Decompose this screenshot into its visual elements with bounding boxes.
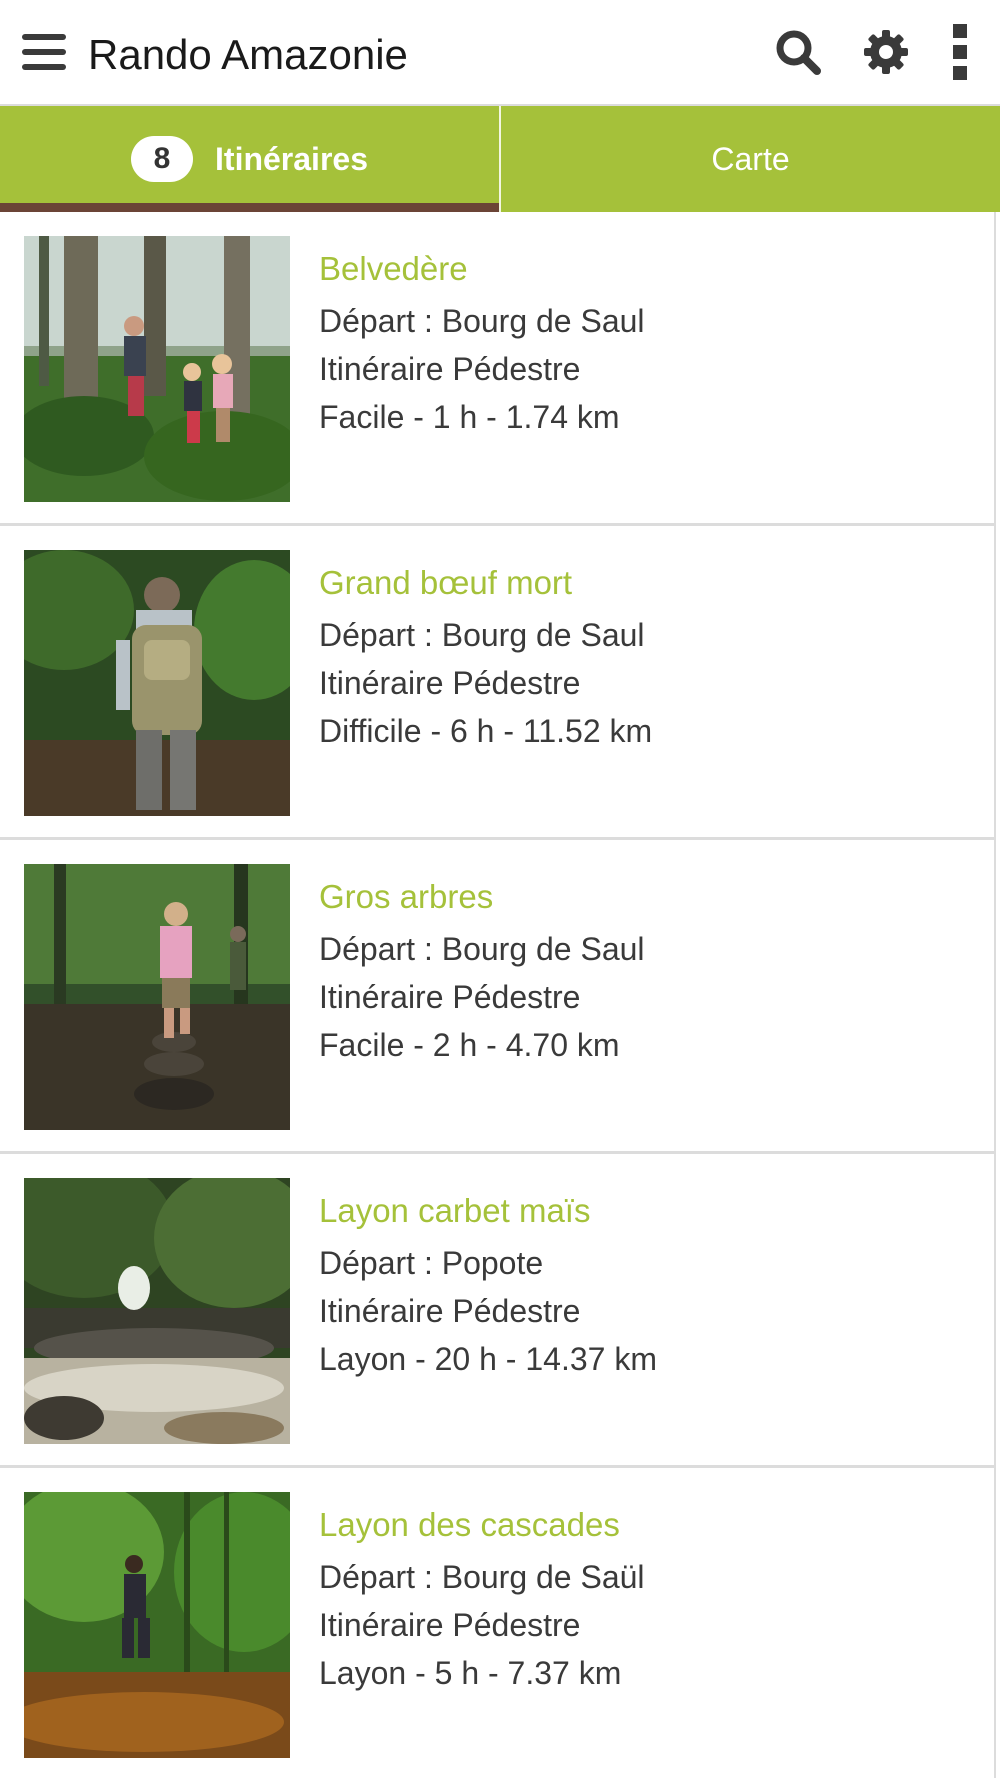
more-vertical-icon <box>953 24 967 80</box>
app-title: Rando Amazonie <box>88 31 408 78</box>
route-details: Layon - 5 h - 7.37 km <box>319 1655 622 1691</box>
route-departure: Départ : Popote <box>319 1245 544 1281</box>
settings-button[interactable] <box>856 22 916 82</box>
route-details: Facile - 1 h - 1.74 km <box>319 399 620 435</box>
route-name: Layon carbet maïs <box>319 1192 591 1229</box>
route-item[interactable]: Grand bœuf mort Départ : Bourg de Saul I… <box>0 526 994 840</box>
count-badge: 8 <box>131 136 194 182</box>
menu-icon <box>22 34 66 70</box>
route-name: Gros arbres <box>319 878 494 915</box>
tab-itineraires[interactable]: 8 Itinéraires <box>0 106 499 212</box>
route-departure: Départ : Bourg de Saul <box>319 303 645 339</box>
app-bar: Rando Amazonie <box>0 0 1000 106</box>
route-details: Facile - 2 h - 4.70 km <box>319 1027 620 1063</box>
route-details: Difficile - 6 h - 11.52 km <box>319 713 653 749</box>
route-item[interactable]: Layon des cascades Départ : Bourg de Saü… <box>0 1468 994 1778</box>
gear-icon <box>864 30 908 74</box>
route-photo <box>24 550 290 816</box>
route-photo <box>24 864 290 1130</box>
more-options-button[interactable] <box>930 22 990 82</box>
route-name: Belvedère <box>319 250 468 287</box>
route-list: Belvedère Départ : Bourg de Saul Itinéra… <box>0 212 996 1778</box>
route-item[interactable]: Gros arbres Départ : Bourg de Saul Itiné… <box>0 840 994 1154</box>
route-item[interactable]: Layon carbet maïs Départ : Popote Itinér… <box>0 1154 994 1468</box>
route-type: Itinéraire Pédestre <box>319 979 581 1015</box>
search-button[interactable] <box>768 22 828 82</box>
route-departure: Départ : Bourg de Saul <box>319 931 645 967</box>
route-type: Itinéraire Pédestre <box>319 665 581 701</box>
route-photo <box>24 1178 290 1444</box>
route-details: Layon - 20 h - 14.37 km <box>319 1341 657 1377</box>
route-photo <box>24 236 290 502</box>
route-type: Itinéraire Pédestre <box>319 1293 581 1329</box>
menu-button[interactable] <box>14 22 74 82</box>
route-name: Grand bœuf mort <box>319 564 573 601</box>
app-screen: Rando Amazonie 8 Itinéraires Carte Belve… <box>0 0 1000 1778</box>
search-icon <box>776 30 821 75</box>
route-type: Itinéraire Pédestre <box>319 1607 581 1643</box>
tab-label: Carte <box>711 140 790 177</box>
route-departure: Départ : Bourg de Saül <box>319 1559 645 1595</box>
tab-label: Itinéraires <box>215 140 368 177</box>
route-name: Layon des cascades <box>319 1506 620 1543</box>
route-item[interactable]: Belvedère Départ : Bourg de Saul Itinéra… <box>0 212 994 526</box>
tab-carte[interactable]: Carte <box>501 106 1000 212</box>
tab-bar: 8 Itinéraires Carte <box>0 106 1000 212</box>
route-departure: Départ : Bourg de Saul <box>319 617 645 653</box>
route-type: Itinéraire Pédestre <box>319 351 581 387</box>
route-photo <box>24 1492 290 1758</box>
